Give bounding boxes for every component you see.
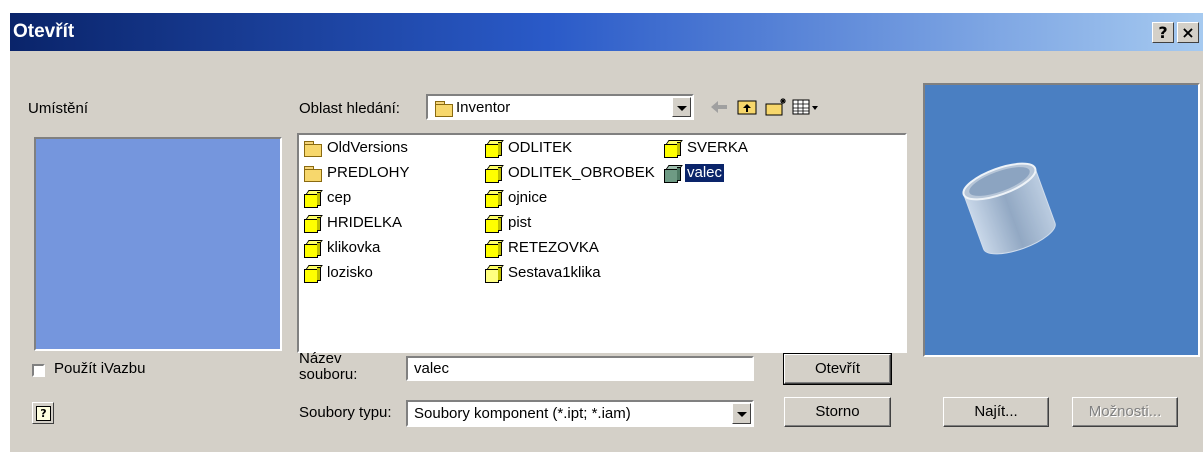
folder-icon xyxy=(434,99,454,117)
file-item-label: ODLITEK_OBROBEK xyxy=(508,164,655,181)
part-file-icon xyxy=(484,189,504,208)
open-dialog: Otevřít ? × Umístění Oblast hledání: Inv… xyxy=(8,11,1203,452)
filetype-value: Soubory komponent (*.ipt; *.iam) xyxy=(414,405,631,422)
part-file-icon xyxy=(303,264,323,283)
part-file-icon xyxy=(484,139,504,158)
file-item-label: klikovka xyxy=(327,239,381,256)
folder-icon xyxy=(303,164,323,182)
filename-label: Název souboru: xyxy=(299,351,357,383)
filetype-label: Soubory typu: xyxy=(299,404,392,421)
file-item-label: SVERKA xyxy=(687,139,748,156)
help-question-icon: ? xyxy=(36,406,51,421)
ivazba-checkbox[interactable] xyxy=(32,364,45,377)
up-folder-icon[interactable] xyxy=(736,97,758,117)
file-item-label: cep xyxy=(327,189,352,206)
find-button[interactable]: Najít... xyxy=(943,397,1049,427)
file-item-label: lozisko xyxy=(327,264,373,281)
part-file-icon xyxy=(484,239,504,258)
part-file-icon xyxy=(484,164,504,183)
help-glyph: ? xyxy=(1158,23,1168,42)
file-list[interactable]: OldVersions PREDLOHY cep HRIDELKA klikovka lo… xyxy=(297,133,907,353)
view-menu-icon[interactable] xyxy=(792,97,820,117)
new-folder-icon[interactable] xyxy=(764,97,788,117)
part-file-icon xyxy=(303,189,323,208)
file-item-label: valec xyxy=(683,163,726,183)
file-item-label: RETEZOVKA xyxy=(508,239,599,256)
file-item-label: pist xyxy=(508,214,532,231)
file-item-label: ODLITEK xyxy=(508,139,573,156)
help-question-button[interactable]: ? xyxy=(32,402,54,424)
part-file-icon xyxy=(663,164,683,183)
search-area-label: Oblast hledání: xyxy=(299,100,400,117)
filename-label-line2: souboru: xyxy=(299,366,358,383)
ivazba-label: Použít iVazbu xyxy=(54,360,146,377)
cylinder-preview-image xyxy=(962,162,1056,255)
part-file-icon xyxy=(303,239,323,258)
open-button[interactable]: Otevřít xyxy=(783,353,892,385)
location-panel[interactable] xyxy=(34,137,282,351)
dialog-title: Otevřít xyxy=(13,21,75,42)
search-area-combo[interactable]: Inventor xyxy=(426,94,694,120)
filename-label-line1: Název xyxy=(299,350,342,367)
options-button: Možnosti... xyxy=(1072,397,1178,427)
part-file-icon xyxy=(303,214,323,233)
assembly-icon xyxy=(484,264,504,283)
filename-field[interactable]: valec xyxy=(406,356,754,381)
help-button[interactable]: ? xyxy=(1152,22,1174,43)
file-item-label: Sestava1klika xyxy=(508,264,601,281)
filename-value: valec xyxy=(414,360,450,377)
file-item-label: OldVersions xyxy=(327,139,408,156)
part-file-icon xyxy=(663,139,683,158)
preview-panel xyxy=(923,83,1200,357)
chevron-down-icon[interactable] xyxy=(732,403,751,424)
folder-icon xyxy=(303,139,323,157)
chevron-down-icon[interactable] xyxy=(672,97,691,117)
close-button[interactable]: × xyxy=(1177,22,1199,43)
back-arrow-icon[interactable] xyxy=(708,97,730,117)
close-glyph: × xyxy=(1181,23,1195,42)
search-area-value: Inventor xyxy=(456,99,511,116)
file-item-label: ojnice xyxy=(508,189,548,206)
cancel-button[interactable]: Storno xyxy=(784,397,891,427)
part-file-icon xyxy=(484,214,504,233)
filetype-combo[interactable]: Soubory komponent (*.ipt; *.iam) xyxy=(406,400,754,427)
location-label: Umístění xyxy=(28,100,89,117)
file-item-label: PREDLOHY xyxy=(327,164,410,181)
file-item-label: HRIDELKA xyxy=(327,214,403,231)
title-bar[interactable]: Otevřít ? × xyxy=(10,13,1203,51)
